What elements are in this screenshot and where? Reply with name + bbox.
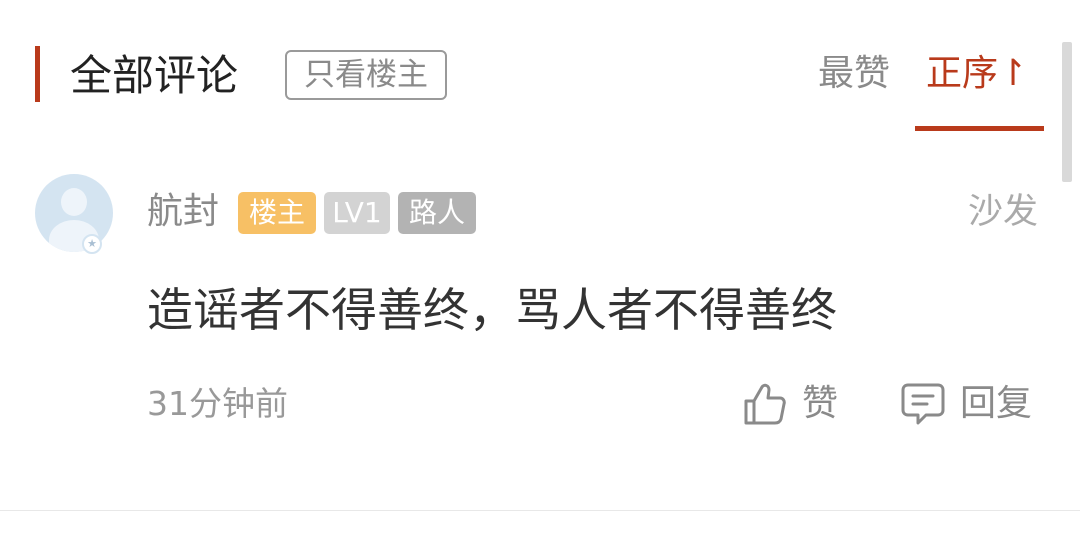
sort-tab-most-liked[interactable]: 最赞 xyxy=(818,46,890,102)
avatar-head-shape xyxy=(61,188,87,216)
thumbs-up-icon xyxy=(742,381,788,427)
comments-header: 全部评论 只看楼主 最赞 正序↾ xyxy=(0,0,1080,135)
comments-title: 全部评论 xyxy=(70,51,239,100)
level-badge: LV1 xyxy=(324,192,390,234)
op-only-button[interactable]: 只看楼主 xyxy=(285,50,447,100)
active-tab-indicator xyxy=(915,126,1044,131)
like-button[interactable]: 赞 xyxy=(742,376,838,432)
avatar-status-icon: ★ xyxy=(82,234,102,254)
comment-divider xyxy=(0,510,1080,511)
comment-bubble-icon xyxy=(900,379,946,429)
role-badge: 路人 xyxy=(398,192,476,234)
reply-button[interactable]: 回复 xyxy=(900,376,1032,432)
floor-label: 沙发 xyxy=(968,192,1039,232)
comment-time: 31分钟前 xyxy=(147,384,288,423)
title-accent-bar xyxy=(35,46,40,102)
comment-content: 造谣者不得善终，骂人者不得善终 xyxy=(147,283,837,337)
reply-label: 回复 xyxy=(960,383,1033,424)
comment-username[interactable]: 航封 xyxy=(147,188,219,236)
like-label: 赞 xyxy=(802,383,839,424)
sort-tab-chronological[interactable]: 正序↾ xyxy=(926,46,1028,102)
op-badge: 楼主 xyxy=(238,192,316,234)
scrollbar[interactable] xyxy=(1062,42,1072,182)
